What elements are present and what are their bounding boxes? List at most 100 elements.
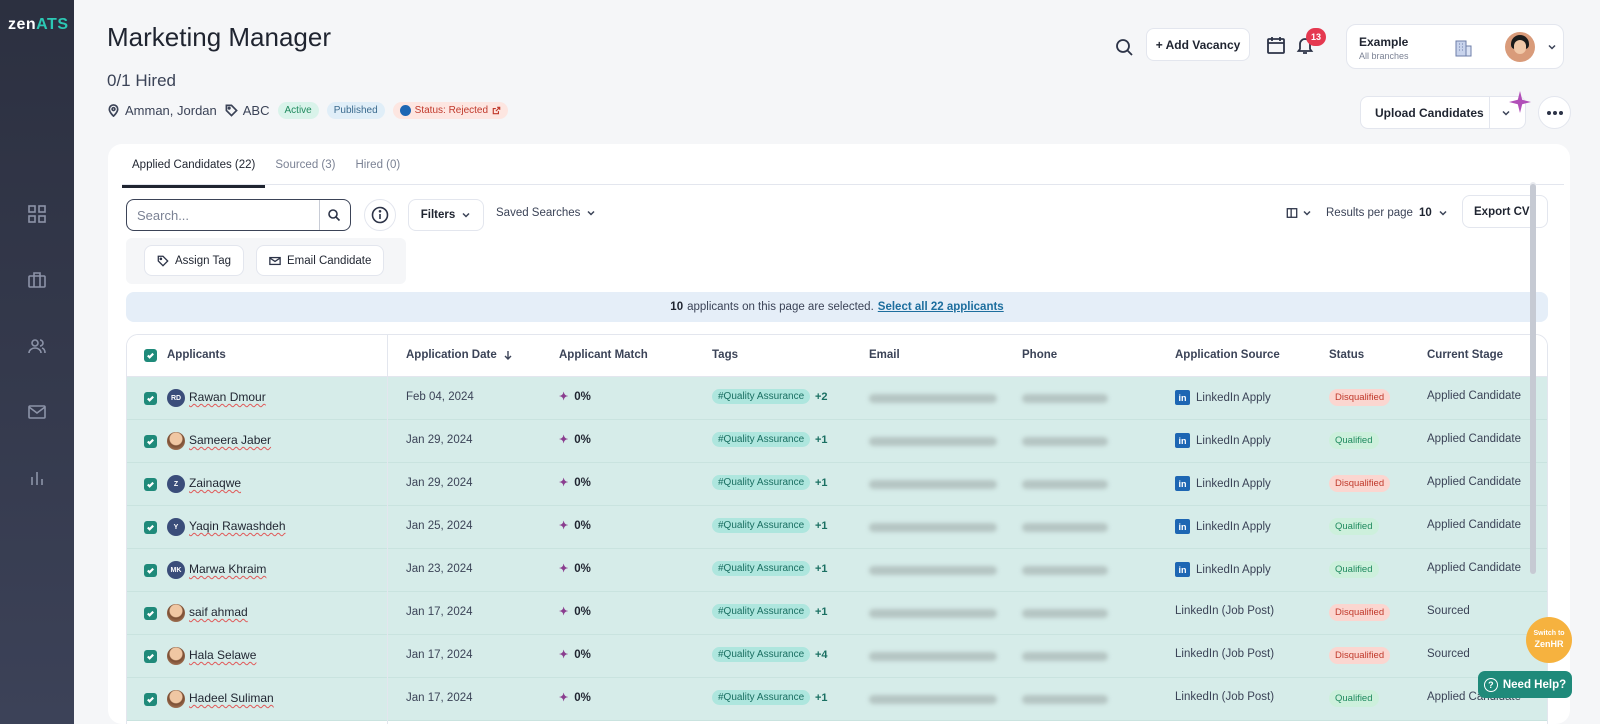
tag-icon bbox=[157, 255, 169, 267]
applicant-name[interactable]: Hala Selawe bbox=[189, 648, 256, 662]
application-source: in LinkedIn Apply bbox=[1175, 562, 1271, 577]
applicant-match: ✦ 0% bbox=[559, 390, 591, 404]
info-button[interactable] bbox=[364, 199, 396, 231]
org-name: Example bbox=[1359, 35, 1409, 49]
header-tags[interactable]: Tags bbox=[712, 349, 738, 361]
table-row[interactable]: Sameera Jaber Jan 29, 2024 ✦ 0% #Quality Ass… bbox=[127, 420, 1547, 463]
applicant-match: ✦ 0% bbox=[559, 476, 591, 490]
header-application-date[interactable]: Application Date bbox=[406, 349, 513, 361]
header-current-stage[interactable]: Current Stage bbox=[1427, 349, 1503, 361]
dashboard-icon[interactable] bbox=[27, 204, 47, 224]
applicant-name[interactable]: Yaqin Rawashdeh bbox=[189, 519, 286, 533]
avatar: Y bbox=[167, 518, 185, 536]
sparkle-icon: ✦ bbox=[559, 563, 569, 575]
row-checkbox[interactable] bbox=[144, 521, 157, 534]
row-checkbox[interactable] bbox=[144, 693, 157, 706]
more-tags-count[interactable]: +4 bbox=[815, 649, 828, 661]
email-redacted bbox=[869, 437, 997, 446]
select-all-link[interactable]: Select all 22 applicants bbox=[878, 301, 1004, 313]
org-switcher[interactable]: Example All branches bbox=[1346, 24, 1564, 69]
applicant-match: ✦ 0% bbox=[559, 519, 591, 533]
results-per-page[interactable]: Results per page 10 bbox=[1326, 207, 1448, 219]
select-all-checkbox[interactable] bbox=[144, 349, 157, 362]
scrollbar[interactable] bbox=[1530, 182, 1536, 574]
current-stage: Applied Candidate bbox=[1427, 562, 1521, 574]
ai-sparkle-icon[interactable] bbox=[1508, 90, 1532, 114]
tag-chip: #Quality Assurance bbox=[712, 647, 811, 662]
applicant-name[interactable]: Rawan Dmour bbox=[189, 390, 266, 404]
current-stage: Applied Candidate bbox=[1427, 519, 1521, 531]
avatar bbox=[167, 604, 185, 622]
applicant-name[interactable]: Sameera Jaber bbox=[189, 433, 271, 447]
header-applicant-match[interactable]: Applicant Match bbox=[559, 349, 648, 361]
search-input[interactable] bbox=[127, 200, 319, 230]
more-tags-count[interactable]: +1 bbox=[815, 563, 828, 575]
add-vacancy-button[interactable]: + Add Vacancy bbox=[1146, 28, 1250, 61]
more-tags-count[interactable]: +1 bbox=[815, 477, 828, 489]
header-applicants[interactable]: Applicants bbox=[167, 349, 226, 361]
phone-redacted bbox=[1022, 566, 1108, 575]
page-title: Marketing Manager bbox=[107, 22, 331, 52]
current-stage: Applied Candidate bbox=[1427, 476, 1521, 488]
logo[interactable]: zenATS bbox=[8, 16, 68, 34]
assign-tag-button[interactable]: Assign Tag bbox=[144, 245, 245, 276]
mail-icon bbox=[269, 256, 281, 265]
phone-redacted bbox=[1022, 480, 1108, 489]
header-application-source[interactable]: Application Source bbox=[1175, 349, 1280, 361]
table-row[interactable]: Hala Selawe Jan 17, 2024 ✦ 0% #Quality Assur… bbox=[127, 635, 1547, 678]
calendar-icon[interactable] bbox=[1266, 35, 1288, 57]
need-help-button[interactable]: ? Need Help? bbox=[1478, 671, 1572, 698]
applicant-name[interactable]: Zainaqwe bbox=[189, 476, 241, 490]
row-checkbox[interactable] bbox=[144, 650, 157, 663]
more-tags-count[interactable]: +1 bbox=[815, 606, 828, 618]
more-tags-count[interactable]: +1 bbox=[815, 692, 828, 704]
row-checkbox[interactable] bbox=[144, 564, 157, 577]
email-redacted bbox=[869, 480, 997, 489]
table-row[interactable]: Z Zainaqwe Jan 29, 2024 ✦ 0% #Quality Assuran… bbox=[127, 463, 1547, 506]
row-checkbox[interactable] bbox=[144, 435, 157, 448]
switch-to-zenhr-button[interactable]: Switch to ZenHR bbox=[1526, 617, 1572, 663]
table-row[interactable]: Hadeel Suliman Jan 17, 2024 ✦ 0% #Quality As… bbox=[127, 678, 1547, 721]
more-tags-count[interactable]: +2 bbox=[815, 391, 828, 403]
briefcase-icon[interactable] bbox=[27, 270, 47, 290]
linkedin-icon: in bbox=[1175, 390, 1190, 405]
applicant-name[interactable]: saif ahmad bbox=[189, 605, 248, 619]
more-tags-count[interactable]: +1 bbox=[815, 434, 828, 446]
saved-searches-dropdown[interactable]: Saved Searches bbox=[496, 207, 596, 219]
search-icon[interactable] bbox=[327, 208, 341, 222]
header-status[interactable]: Status bbox=[1329, 349, 1364, 361]
user-avatar[interactable] bbox=[1505, 32, 1535, 62]
table-row[interactable]: Y Yaqin Rawashdeh Jan 25, 2024 ✦ 0% #Quality … bbox=[127, 506, 1547, 549]
published-badge: Published bbox=[326, 102, 385, 119]
table-row[interactable]: saif ahmad Jan 17, 2024 ✦ 0% #Quality Assura… bbox=[127, 592, 1547, 635]
search-icon[interactable] bbox=[1114, 37, 1136, 59]
more-options-button[interactable] bbox=[1538, 96, 1571, 129]
email-candidate-button[interactable]: Email Candidate bbox=[256, 245, 385, 276]
row-checkbox[interactable] bbox=[144, 607, 157, 620]
hired-count: 0/1 Hired bbox=[107, 71, 176, 90]
table-row[interactable]: MK Marwa Khraim Jan 23, 2024 ✦ 0% #Quality As… bbox=[127, 549, 1547, 592]
chevron-down-icon bbox=[1548, 44, 1556, 50]
avatar: MK bbox=[167, 561, 185, 579]
applicant-match: ✦ 0% bbox=[559, 433, 591, 447]
filters-button[interactable]: Filters bbox=[408, 199, 484, 231]
applicant-name[interactable]: Marwa Khraim bbox=[189, 562, 266, 576]
applicant-match: ✦ 0% bbox=[559, 605, 591, 619]
mail-icon[interactable] bbox=[27, 402, 47, 422]
users-icon[interactable] bbox=[27, 336, 47, 356]
phone-redacted bbox=[1022, 609, 1108, 618]
location-pin-icon bbox=[108, 104, 119, 117]
row-checkbox[interactable] bbox=[144, 392, 157, 405]
more-tags-count[interactable]: +1 bbox=[815, 520, 828, 532]
reports-icon[interactable] bbox=[27, 468, 47, 488]
application-date: Jan 17, 2024 bbox=[406, 606, 473, 618]
header-phone[interactable]: Phone bbox=[1022, 349, 1057, 361]
applicant-name[interactable]: Hadeel Suliman bbox=[189, 691, 274, 705]
header-email[interactable]: Email bbox=[869, 349, 900, 361]
table-row[interactable]: RD Rawan Dmour Feb 04, 2024 ✦ 0% #Quality Ass… bbox=[127, 377, 1547, 420]
linkedin-icon: in bbox=[1175, 519, 1190, 534]
upload-candidates-button[interactable]: Upload Candidates bbox=[1360, 96, 1526, 129]
linkedin-status-badge[interactable]: Status: Rejected bbox=[392, 102, 509, 119]
row-checkbox[interactable] bbox=[144, 478, 157, 491]
column-settings-button[interactable] bbox=[1286, 207, 1312, 219]
